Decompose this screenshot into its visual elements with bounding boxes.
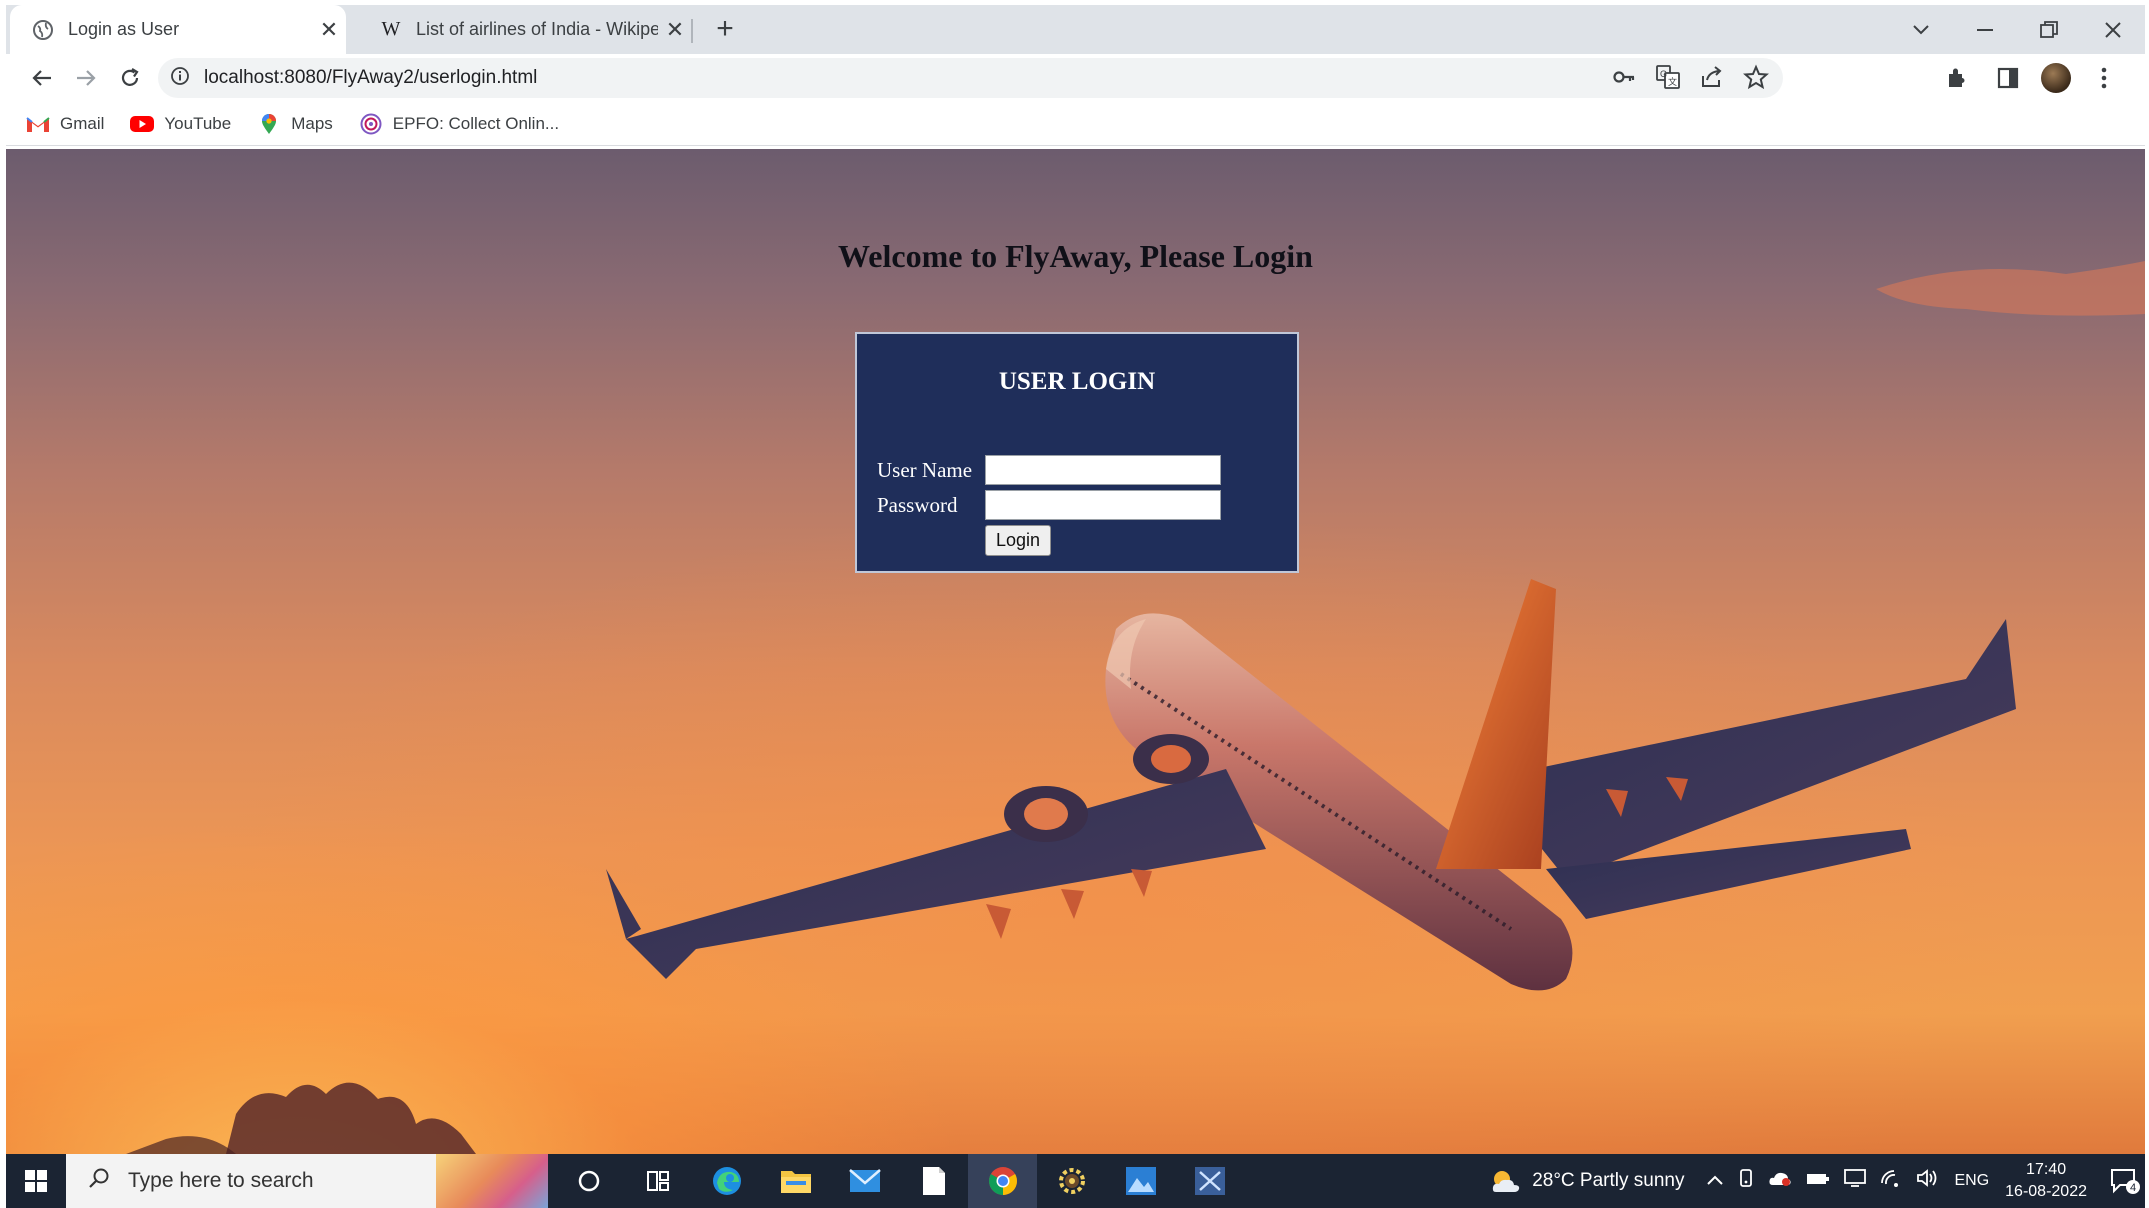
chevron-up-icon[interactable] (1706, 1170, 1724, 1192)
window-controls (1889, 5, 2145, 54)
tray-icons: ENG (1706, 1168, 1989, 1194)
epfo-icon (359, 113, 383, 134)
username-row: User Name (877, 455, 1221, 485)
reload-icon[interactable] (108, 56, 152, 100)
welcome-heading: Welcome to FlyAway, Please Login (838, 238, 1313, 274)
notification-count: 4 (2130, 1182, 2136, 1194)
sunset-airplane-background (126, 261, 2145, 1154)
page-viewport: Welcome to FlyAway, Please Login USER LO… (6, 149, 2145, 1154)
clock[interactable]: 17:40 16-08-2022 (2005, 1159, 2087, 1203)
cortana-icon[interactable] (554, 1154, 623, 1208)
wifi-icon[interactable] (1880, 1169, 1902, 1193)
info-icon[interactable] (170, 66, 190, 91)
more-menu-icon[interactable] (2085, 58, 2123, 98)
translate-icon[interactable]: G文 (1655, 64, 1681, 95)
globe-icon (32, 19, 54, 41)
mail-icon[interactable] (830, 1154, 899, 1208)
bookmark-label: Maps (291, 113, 333, 133)
device-icon[interactable] (1738, 1168, 1754, 1194)
clock-time: 17:40 (2026, 1161, 2067, 1178)
username-input[interactable] (985, 455, 1221, 485)
weather-widget[interactable]: 28°C Partly sunny (1490, 1168, 1684, 1194)
bookmark-maps[interactable]: Maps (257, 113, 333, 134)
chrome-icon[interactable] (968, 1154, 1037, 1208)
tab-title: List of airlines of India - Wikipedia (416, 19, 658, 39)
settings-gear-icon[interactable] (1037, 1154, 1106, 1208)
search-placeholder: Type here to search (128, 1169, 314, 1192)
extensions-icon[interactable] (1937, 58, 1975, 98)
bookmark-label: YouTube (164, 113, 232, 133)
notepad-icon[interactable] (899, 1154, 968, 1208)
bookmark-label: Gmail (60, 113, 105, 133)
tab-title: Login as User (68, 19, 180, 39)
cloud-sync-icon[interactable] (1768, 1169, 1792, 1193)
taskbar-search-box[interactable]: Type here to search (66, 1154, 548, 1208)
wikipedia-icon: W (381, 18, 401, 40)
password-input[interactable] (985, 490, 1221, 520)
language-indicator[interactable]: ENG (1954, 1172, 1989, 1190)
youtube-icon (130, 114, 155, 134)
key-icon[interactable] (1611, 64, 1637, 95)
windows-start-icon[interactable] (6, 1154, 66, 1208)
url-text: localhost:8080/FlyAway2/userlogin.html (204, 67, 538, 88)
password-label: Password (877, 492, 958, 517)
bookmark-gmail[interactable]: Gmail (26, 114, 104, 134)
back-icon[interactable] (20, 56, 64, 100)
taskbar-apps (554, 1154, 1244, 1208)
toolbar-right (1937, 58, 2123, 98)
tab-search-chevron-icon[interactable] (1889, 5, 1953, 54)
tab-separator (691, 19, 693, 43)
minimize-icon[interactable] (1953, 5, 2017, 54)
browser-toolbar: localhost:8080/FlyAway2/userlogin.html G… (6, 54, 2145, 102)
search-icon (88, 1167, 110, 1195)
share-icon[interactable] (1699, 64, 1725, 95)
maps-icon (257, 113, 281, 134)
tab-strip: Login as User ✕ W List of airlines of In… (6, 5, 2145, 54)
omnibox-actions: G文 (1611, 64, 1769, 95)
svg-text:文: 文 (1668, 76, 1677, 88)
notification-icon[interactable]: 4 (2105, 1154, 2145, 1208)
close-window-icon[interactable] (2081, 5, 2145, 54)
tab-login-as-user[interactable]: Login as User ✕ (10, 5, 346, 54)
login-button[interactable]: Login (985, 525, 1051, 556)
svg-text:G: G (1660, 69, 1667, 79)
login-title: USER LOGIN (998, 368, 1156, 395)
windows-taskbar: Type here to search 28°C Partly sunny EN… (6, 1154, 2145, 1208)
forward-icon[interactable] (64, 56, 108, 100)
new-tab-icon[interactable]: + (706, 11, 744, 49)
bookmark-label: EPFO: Collect Onlin... (392, 113, 560, 133)
password-row: Password (877, 490, 1221, 520)
edge-icon[interactable] (692, 1154, 761, 1208)
snipping-tool-icon[interactable] (1175, 1154, 1244, 1208)
search-highlight-illustration (436, 1154, 548, 1208)
photos-icon[interactable] (1106, 1154, 1175, 1208)
bookmarks-bar: Gmail YouTube Maps EPFO: Collect Onlin..… (6, 102, 2145, 146)
partly-sunny-icon (1490, 1168, 1520, 1194)
gmail-icon (26, 114, 50, 134)
tab-close-icon[interactable]: ✕ (312, 17, 346, 43)
volume-icon[interactable] (1916, 1168, 1940, 1194)
system-tray: 28°C Partly sunny ENG 17:40 16-08-2022 4 (1490, 1154, 2145, 1208)
restore-icon[interactable] (2017, 5, 2081, 54)
weather-text: 28°C Partly sunny (1532, 1170, 1685, 1191)
profile-avatar[interactable] (2041, 63, 2071, 93)
login-form: USER LOGIN User Name Password Login (855, 332, 1299, 573)
bookmark-youtube[interactable]: YouTube (130, 114, 231, 134)
tab-close-icon[interactable]: ✕ (658, 17, 692, 43)
address-bar[interactable]: localhost:8080/FlyAway2/userlogin.html G… (158, 58, 1783, 98)
display-icon[interactable] (1844, 1168, 1867, 1194)
bookmark-epfo[interactable]: EPFO: Collect Onlin... (359, 113, 560, 134)
clock-date: 16-08-2022 (2005, 1183, 2087, 1200)
side-panel-icon[interactable] (1989, 58, 2027, 98)
bookmark-star-icon[interactable] (1743, 64, 1769, 95)
tab-wikipedia[interactable]: W List of airlines of India - Wikipedia … (358, 5, 692, 54)
battery-icon[interactable] (1806, 1170, 1830, 1192)
username-label: User Name (877, 457, 973, 482)
screen: Login as User ✕ W List of airlines of In… (0, 0, 2149, 1208)
task-view-icon[interactable] (623, 1154, 692, 1208)
file-explorer-icon[interactable] (761, 1154, 830, 1208)
